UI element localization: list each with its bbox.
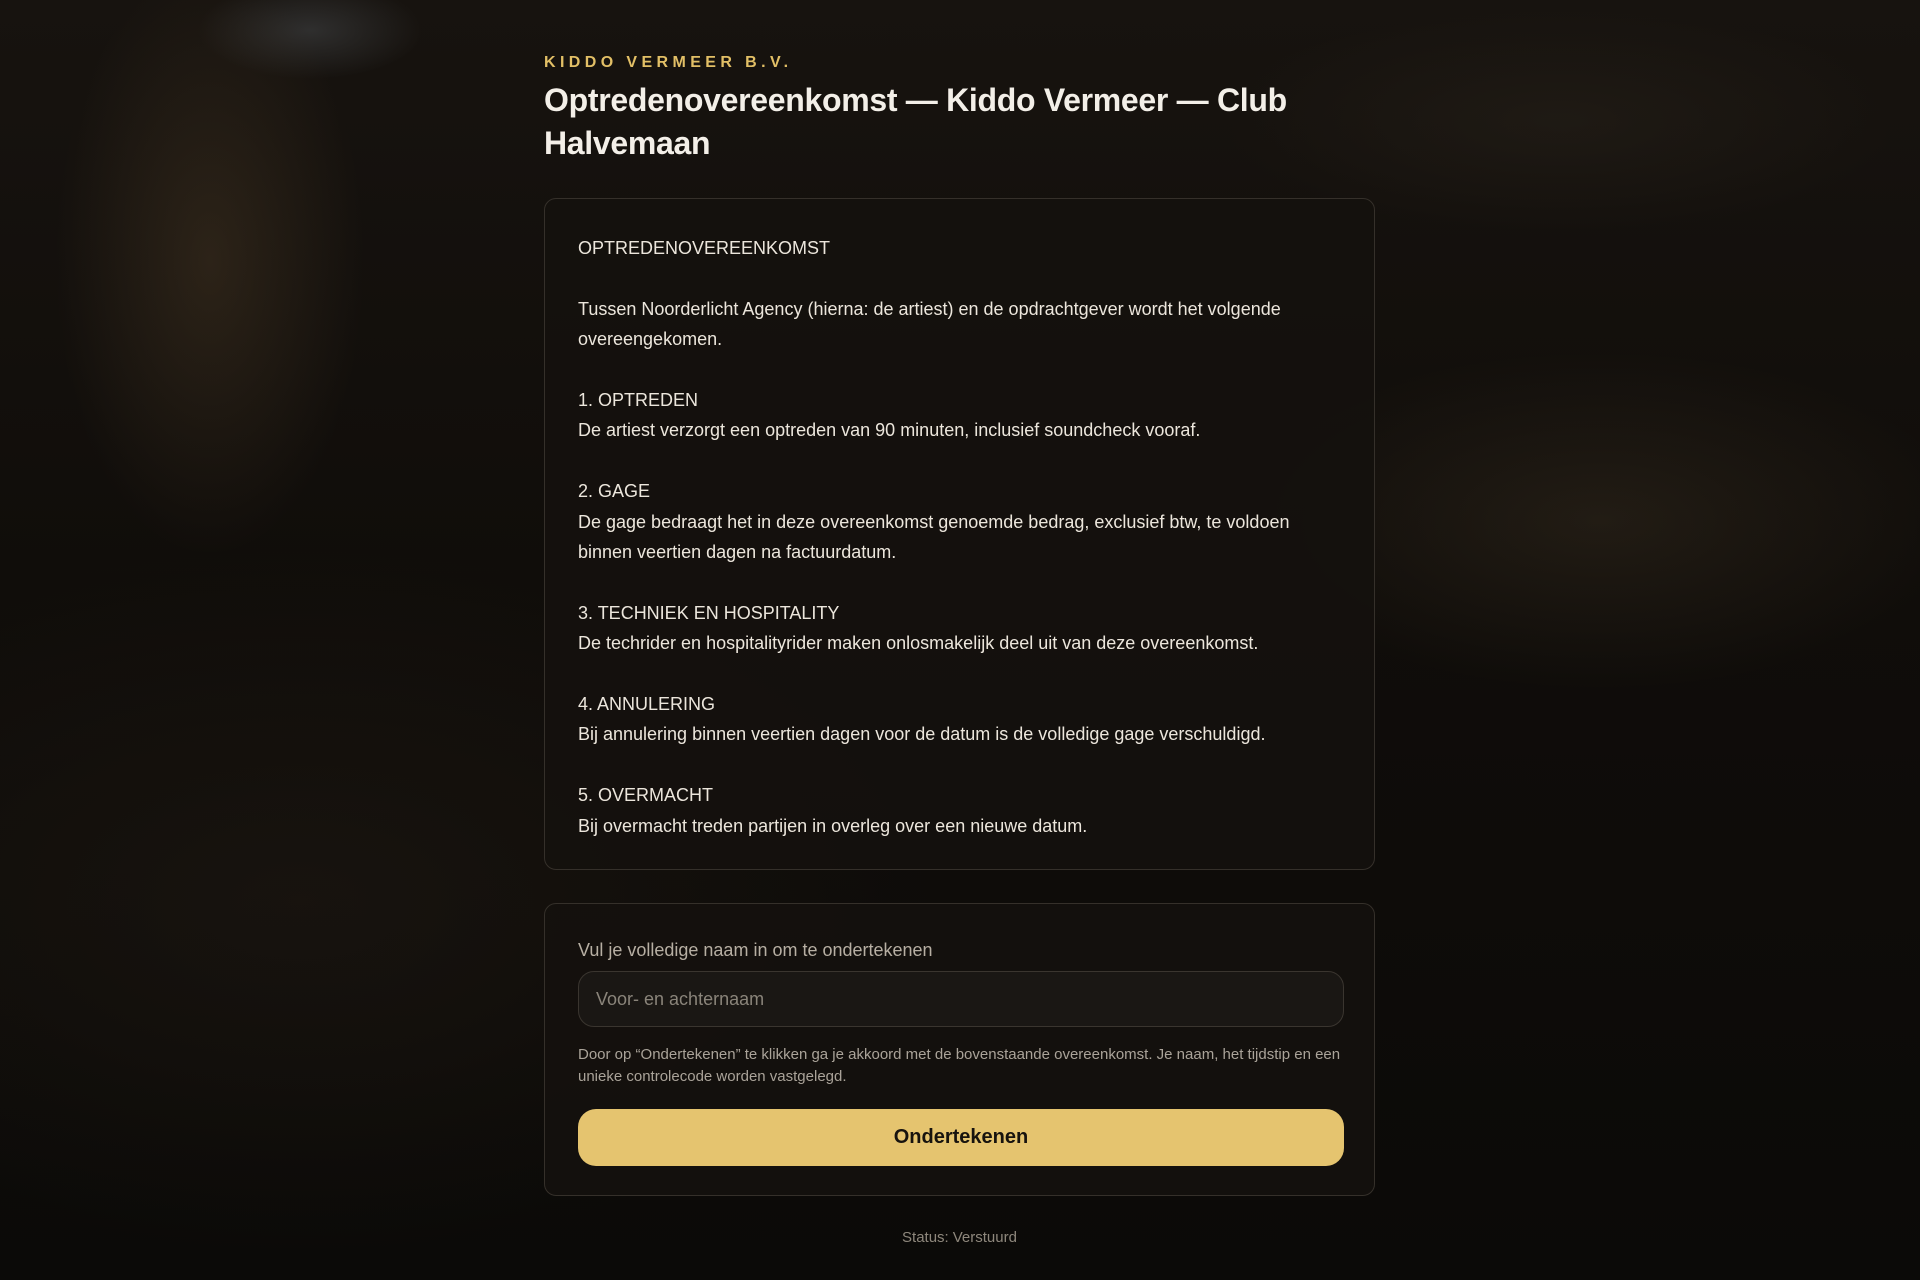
contract-heading: OPTREDENOVEREENKOMST bbox=[578, 238, 831, 258]
status-value: Verstuurd bbox=[952, 1229, 1017, 1246]
section-title: 4. ANNULERING bbox=[578, 694, 716, 715]
signature-form: Vul je volledige naam in om te onderteke… bbox=[544, 903, 1375, 1196]
full-name-input[interactable] bbox=[578, 971, 1344, 1027]
section-title: 5. OVERMACHT bbox=[578, 785, 714, 806]
contract-document: OPTREDENOVEREENKOMST Tussen Noorderlicht… bbox=[544, 198, 1375, 870]
section-body: Bij overmacht treden partijen in overleg… bbox=[578, 815, 1088, 836]
page-title: Optredenovereenkomst — Kiddo Vermeer — C… bbox=[544, 82, 1287, 161]
status-label: Status: bbox=[902, 1229, 949, 1246]
signature-label: Vul je volledige naam in om te onderteke… bbox=[578, 940, 933, 960]
section-title: 1. OPTREDEN bbox=[578, 390, 699, 410]
section-body: Bij annulering binnen veertien dagen voo… bbox=[578, 724, 1266, 745]
section-title: 3. TECHNIEK EN HOSPITALITY bbox=[578, 602, 840, 623]
company-name: KIDDO VERMEER B.V. bbox=[544, 54, 793, 71]
status-line: Status: Verstuurd bbox=[544, 1229, 1375, 1246]
section-title: 2. GAGE bbox=[578, 481, 651, 502]
section-body: De techrider en hospitalityrider maken o… bbox=[578, 633, 1259, 654]
consent-notice: Door op “Ondertekenen” te klikken ga je … bbox=[578, 1046, 1341, 1085]
section-body: De artiest verzorgt een optreden van 90 … bbox=[578, 420, 1201, 441]
contract-intro: Tussen Noorderlicht Agency (hierna: de a… bbox=[578, 298, 1281, 350]
section-body: De gage bedraagt het in deze overeenkoms… bbox=[578, 511, 1290, 563]
sign-button[interactable]: Ondertekenen bbox=[578, 1109, 1344, 1166]
